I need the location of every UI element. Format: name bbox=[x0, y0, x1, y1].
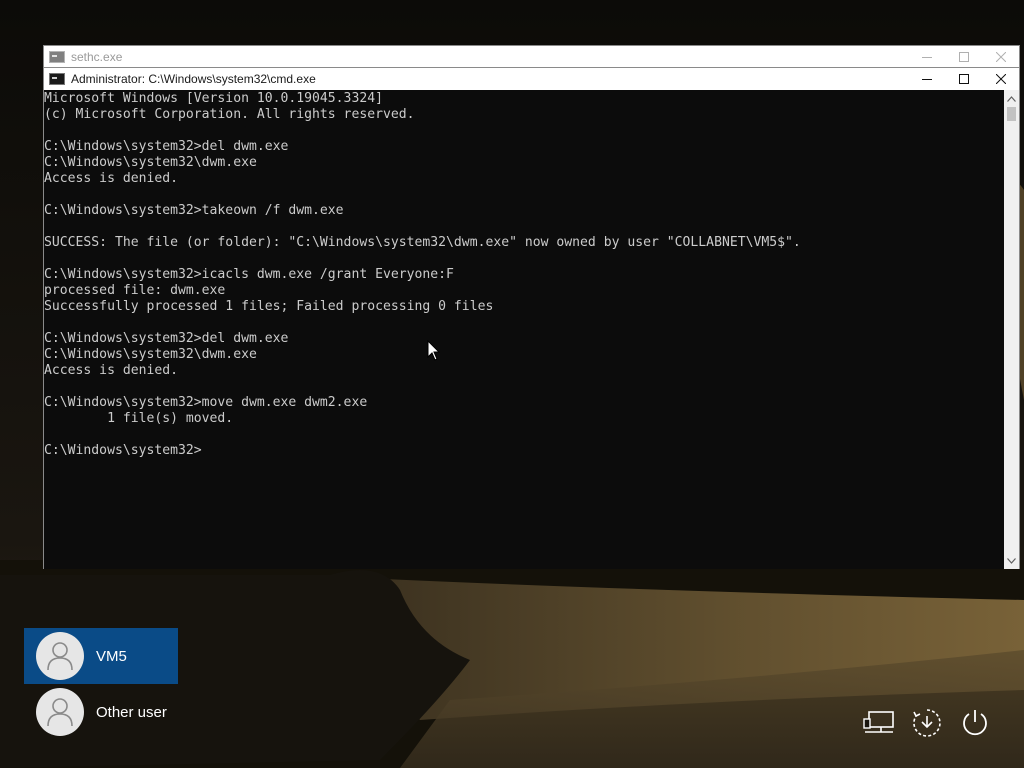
console-line: C:\Windows\system32>move dwm.exe dwm2.ex… bbox=[44, 395, 368, 410]
sethc-minimize-button[interactable] bbox=[908, 46, 945, 68]
scroll-thumb[interactable] bbox=[1007, 107, 1016, 121]
console-line: Access is denied. bbox=[44, 171, 179, 186]
power-button[interactable] bbox=[958, 706, 992, 740]
console-line: C:\Windows\system32>del dwm.exe bbox=[44, 139, 289, 154]
console-app-icon bbox=[49, 73, 65, 85]
accessibility-icon bbox=[913, 709, 941, 737]
maximize-icon bbox=[958, 74, 969, 84]
user-icon bbox=[47, 698, 73, 727]
close-icon bbox=[995, 74, 1006, 84]
cmd-window-title: Administrator: C:\Windows\system32\cmd.e… bbox=[71, 72, 316, 86]
network-button[interactable] bbox=[862, 706, 896, 740]
user-name: VM5 bbox=[96, 647, 127, 665]
console-line: Microsoft Windows [Version 10.0.19045.33… bbox=[44, 91, 383, 106]
cmd-maximize-button[interactable] bbox=[945, 68, 982, 90]
console-line: C:\Windows\system32>icacls dwm.exe /gran… bbox=[44, 267, 454, 282]
console-line: Successfully processed 1 files; Failed p… bbox=[44, 299, 494, 314]
console-line: 1 file(s) moved. bbox=[44, 411, 234, 426]
cmd-minimize-button[interactable] bbox=[908, 68, 945, 90]
network-icon bbox=[863, 711, 894, 733]
sethc-window[interactable]: sethc.exe bbox=[43, 45, 1020, 69]
chevron-down-icon bbox=[1007, 557, 1016, 564]
avatar bbox=[36, 688, 84, 736]
console-line: C:\Windows\system32\dwm.exe bbox=[44, 347, 257, 362]
sethc-close-button[interactable] bbox=[982, 46, 1019, 68]
close-icon bbox=[995, 52, 1006, 62]
sethc-titlebar[interactable]: sethc.exe bbox=[44, 46, 1019, 68]
console-app-icon bbox=[49, 51, 65, 63]
console-line: C:\Windows\system32>takeown /f dwm.exe bbox=[44, 203, 344, 218]
minimize-icon bbox=[921, 57, 932, 58]
mouse-cursor-icon bbox=[427, 340, 441, 361]
console-prompt-line[interactable]: C:\Windows\system32> bbox=[44, 443, 1005, 459]
accessibility-button[interactable] bbox=[910, 706, 944, 740]
console-line: (c) Microsoft Corporation. All rights re… bbox=[44, 107, 415, 122]
cmd-titlebar[interactable]: Administrator: C:\Windows\system32\cmd.e… bbox=[44, 68, 1019, 90]
scroll-up-button[interactable] bbox=[1004, 90, 1019, 107]
chevron-up-icon bbox=[1007, 95, 1016, 102]
sethc-window-title: sethc.exe bbox=[71, 50, 123, 64]
minimize-icon bbox=[921, 79, 932, 80]
cmd-window[interactable]: Administrator: C:\Windows\system32\cmd.e… bbox=[43, 67, 1020, 569]
console-line: C:\Windows\system32>del dwm.exe bbox=[44, 331, 289, 346]
power-icon bbox=[963, 710, 987, 736]
console-scrollbar[interactable] bbox=[1004, 90, 1019, 569]
avatar bbox=[36, 632, 84, 680]
console-line: C:\Windows\system32\dwm.exe bbox=[44, 155, 257, 170]
console-line: SUCCESS: The file (or folder): "C:\Windo… bbox=[44, 235, 801, 250]
cmd-close-button[interactable] bbox=[982, 68, 1019, 90]
console-output[interactable]: Microsoft Windows [Version 10.0.19045.33… bbox=[44, 90, 1005, 569]
maximize-icon bbox=[958, 52, 969, 62]
console-line: processed file: dwm.exe bbox=[44, 283, 226, 298]
user-icon bbox=[47, 642, 73, 671]
user-name: Other user bbox=[96, 703, 167, 721]
user-tile-other-user[interactable]: Other user bbox=[24, 684, 178, 740]
console-line: Access is denied. bbox=[44, 363, 179, 378]
sethc-maximize-button[interactable] bbox=[945, 46, 982, 68]
scroll-down-button[interactable] bbox=[1004, 552, 1019, 569]
user-tile-vm5[interactable]: VM5 bbox=[24, 628, 178, 684]
